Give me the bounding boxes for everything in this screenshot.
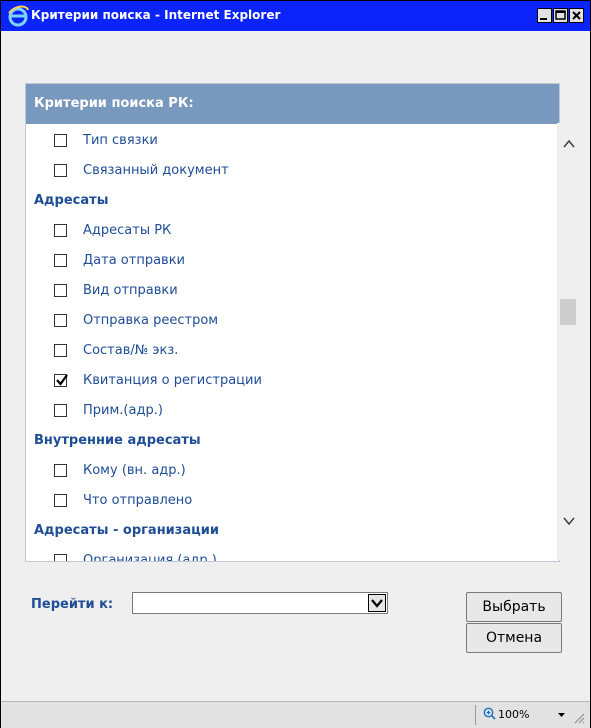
maximize-button[interactable] [553, 8, 568, 23]
criteria-item[interactable]: Состав/№ экз. [26, 336, 546, 366]
minimize-icon [540, 18, 547, 20]
criteria-label: Связанный документ [83, 163, 229, 178]
checkbox[interactable] [54, 404, 67, 417]
panel-header: Критерии поиска РК: [26, 84, 559, 124]
title-bar[interactable]: Критерии поиска - Internet Explorer [1, 1, 590, 31]
scroll-down-icon[interactable] [563, 517, 575, 526]
criteria-item[interactable]: Вид отправки [26, 276, 546, 306]
zoom-icon[interactable] [483, 707, 496, 720]
panel-title: Критерии поиска РК: [34, 96, 194, 111]
criteria-label: Адресаты РК [83, 223, 172, 238]
goto-select[interactable] [132, 592, 388, 614]
checkbox[interactable] [54, 254, 67, 267]
checkbox[interactable] [54, 134, 67, 147]
checkbox[interactable] [54, 314, 67, 327]
checkbox[interactable] [54, 554, 67, 561]
criteria-label: Состав/№ экз. [83, 343, 179, 358]
group-heading: Адресаты - организации [34, 523, 219, 538]
criteria-item[interactable]: Дата отправки [26, 246, 546, 276]
criteria-label: Что отправлено [83, 493, 193, 508]
criteria-item[interactable]: Адресаты РК [26, 216, 546, 246]
criteria-item[interactable]: Отправка реестром [26, 306, 546, 336]
scroll-up-icon[interactable] [563, 139, 575, 148]
goto-dropdown-button[interactable] [368, 594, 386, 612]
check-icon [56, 374, 68, 386]
criteria-label: Вид отправки [83, 283, 178, 298]
checkbox-checked[interactable] [54, 374, 68, 387]
criteria-label: Кому (вн. адр.) [83, 463, 186, 478]
select-button[interactable]: Выбрать [466, 592, 562, 622]
zoom-level[interactable]: 100% [498, 708, 529, 721]
window-title: Критерии поиска - Internet Explorer [31, 8, 281, 22]
browser-window: Критерии поиска - Internet Explorer Крит… [0, 0, 591, 728]
close-icon [572, 11, 581, 20]
checkbox[interactable] [54, 224, 67, 237]
chevron-down-icon [371, 599, 383, 608]
criteria-item[interactable]: Связанный документ [26, 156, 546, 186]
criteria-item[interactable]: Квитанция о регистрации [26, 366, 546, 396]
maximize-icon [555, 10, 566, 20]
checkbox[interactable] [54, 464, 67, 477]
close-button[interactable] [569, 8, 584, 23]
criteria-label: Организация (адр.) [83, 553, 217, 561]
goto-label: Перейти к: [31, 597, 114, 612]
criteria-item[interactable]: Что отправлено [26, 486, 546, 516]
criteria-label: Прим.(адр.) [83, 403, 163, 418]
status-bar: 100% [1, 701, 590, 728]
criteria-label: Отправка реестром [83, 313, 219, 328]
group-heading: Внутренние адресаты [34, 433, 201, 448]
criteria-list: Тип связки Связанный документ Адресаты Адре… [26, 124, 559, 561]
internet-explorer-icon [8, 5, 29, 27]
criteria-item[interactable]: Кому (вн. адр.) [26, 456, 546, 486]
checkbox[interactable] [54, 344, 67, 357]
resize-grip-icon[interactable] [573, 712, 585, 724]
minimize-button[interactable] [537, 8, 552, 23]
status-separator [475, 705, 476, 725]
scrollbar-thumb[interactable] [560, 299, 576, 325]
checkbox[interactable] [54, 164, 67, 177]
group-heading: Адресаты [34, 193, 109, 208]
criteria-item[interactable]: Организация (адр.) [26, 546, 546, 561]
vertical-scrollbar[interactable] [557, 123, 581, 560]
criteria-label: Квитанция о регистрации [83, 373, 262, 388]
criteria-label: Дата отправки [83, 253, 186, 268]
criteria-label: Тип связки [83, 133, 158, 148]
search-criteria-panel: Критерии поиска РК: Тип связки Связанный … [25, 83, 560, 562]
checkbox[interactable] [54, 494, 67, 507]
checkbox[interactable] [54, 284, 67, 297]
criteria-item[interactable]: Тип связки [26, 126, 546, 156]
zoom-dropdown-icon[interactable] [558, 713, 565, 717]
cancel-button[interactable]: Отмена [466, 623, 562, 653]
criteria-item[interactable]: Прим.(адр.) [26, 396, 546, 426]
